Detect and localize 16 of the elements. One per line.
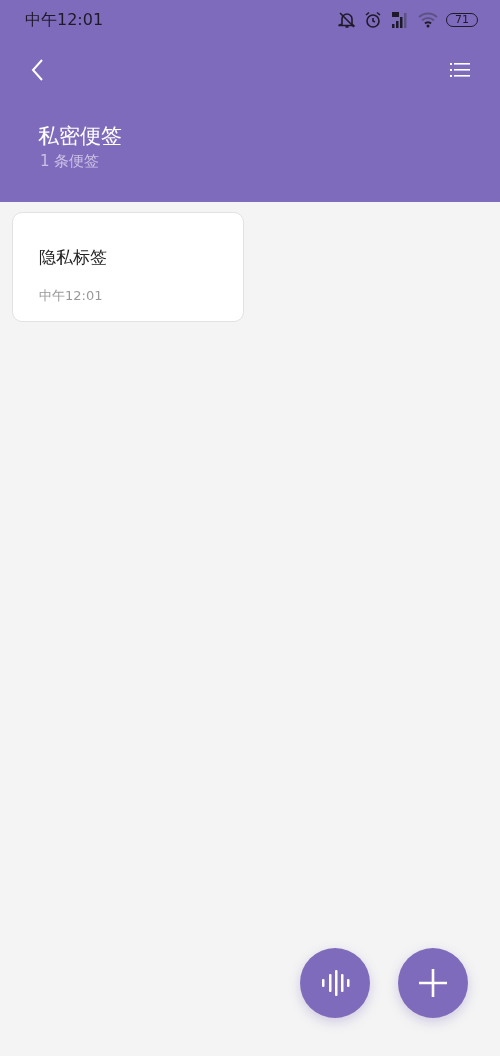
note-time: 中午12:01 (39, 287, 104, 305)
note-title: 隐私标签 (39, 246, 108, 269)
signal-icon (390, 11, 410, 29)
bell-muted-icon (338, 11, 356, 29)
alarm-icon (364, 11, 382, 29)
waveform-icon (320, 969, 350, 997)
plus-icon (419, 969, 447, 997)
voice-note-button[interactable] (300, 948, 370, 1018)
list-view-icon[interactable] (450, 61, 470, 79)
add-note-button[interactable] (398, 948, 468, 1018)
note-card[interactable]: 隐私标签 中午12:01 (12, 212, 244, 322)
back-icon[interactable] (30, 58, 44, 82)
wifi-icon (418, 12, 438, 28)
note-count: 1 条便签 (40, 152, 101, 171)
page-title: 私密便签 (38, 123, 123, 150)
status-time: 中午12:01 (25, 9, 105, 31)
